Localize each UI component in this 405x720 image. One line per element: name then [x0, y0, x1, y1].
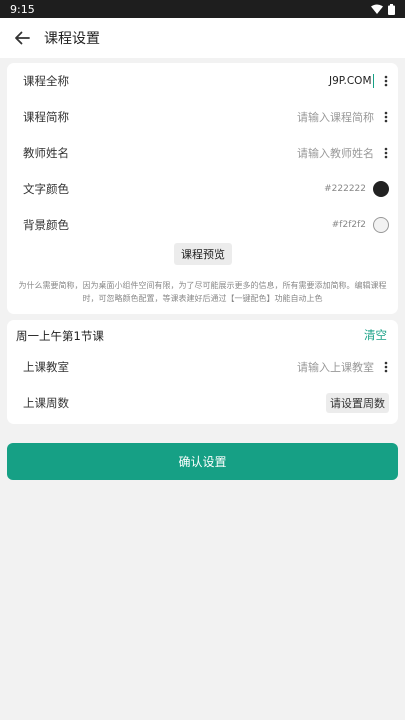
wifi-icon	[371, 4, 383, 14]
short-name-input[interactable]: 请输入课程简称	[297, 109, 374, 125]
short-name-hint: 为什么需要简称，因为桌面小组件空间有限，为了尽可能展示更多的信息，所有需要添加简…	[18, 281, 387, 303]
full-name-input[interactable]: J9P.COM	[329, 74, 374, 88]
full-name-row[interactable]: 课程全称 J9P.COM	[7, 63, 398, 99]
full-name-label: 课程全称	[23, 74, 69, 88]
more-vert-icon	[384, 361, 388, 373]
status-bar: 9:15	[0, 0, 405, 18]
more-vert-icon	[384, 75, 388, 87]
short-name-row[interactable]: 课程简称 请输入课程简称	[7, 99, 398, 135]
course-preview-button[interactable]: 课程预览	[174, 243, 232, 265]
battery-icon	[388, 3, 395, 15]
page-title: 课程设置	[44, 31, 100, 47]
full-name-value: J9P.COM	[329, 75, 372, 87]
teacher-input[interactable]: 请输入教师姓名	[297, 145, 374, 161]
slot-title: 周一上午第1节课	[16, 329, 104, 343]
time-slot-card: 周一上午第1节课 清空 上课教室 请输入上课教室 上课周数 请设置周数	[7, 320, 398, 424]
bg-color-swatch[interactable]	[373, 217, 389, 233]
clear-button[interactable]: 清空	[364, 327, 387, 343]
full-name-more-button[interactable]	[380, 71, 392, 91]
text-color-swatch[interactable]	[373, 181, 389, 197]
back-button[interactable]	[0, 18, 44, 58]
status-time: 9:15	[10, 2, 35, 16]
confirm-button[interactable]: 确认设置	[7, 443, 398, 480]
set-weeks-button[interactable]: 请设置周数	[326, 393, 389, 413]
short-name-more-button[interactable]	[380, 107, 392, 127]
arrow-left-icon	[15, 31, 30, 45]
course-info-card: 课程全称 J9P.COM 课程简称 请输入课程简称 教师姓名 请输入教师姓名 文…	[7, 63, 398, 314]
text-cursor	[372, 74, 374, 88]
teacher-label: 教师姓名	[23, 146, 69, 160]
weeks-label: 上课周数	[23, 396, 69, 410]
more-vert-icon	[384, 111, 388, 123]
classroom-label: 上课教室	[23, 360, 69, 374]
classroom-row[interactable]: 上课教室 请输入上课教室	[7, 349, 398, 385]
more-vert-icon	[384, 147, 388, 159]
text-color-code: #222222	[324, 184, 366, 194]
app-bar: 课程设置	[0, 18, 405, 58]
text-color-row[interactable]: 文字颜色 #222222	[7, 171, 398, 207]
classroom-more-button[interactable]	[380, 357, 392, 377]
teacher-row[interactable]: 教师姓名 请输入教师姓名	[7, 135, 398, 171]
bg-color-label: 背景颜色	[23, 218, 69, 232]
bg-color-code: #f2f2f2	[331, 220, 366, 230]
bg-color-row[interactable]: 背景颜色 #f2f2f2	[7, 207, 398, 243]
weeks-row: 上课周数 请设置周数	[7, 385, 398, 421]
teacher-more-button[interactable]	[380, 143, 392, 163]
text-color-label: 文字颜色	[23, 182, 69, 196]
status-icons	[371, 3, 395, 15]
short-name-label: 课程简称	[23, 110, 69, 124]
classroom-input[interactable]: 请输入上课教室	[297, 359, 374, 375]
